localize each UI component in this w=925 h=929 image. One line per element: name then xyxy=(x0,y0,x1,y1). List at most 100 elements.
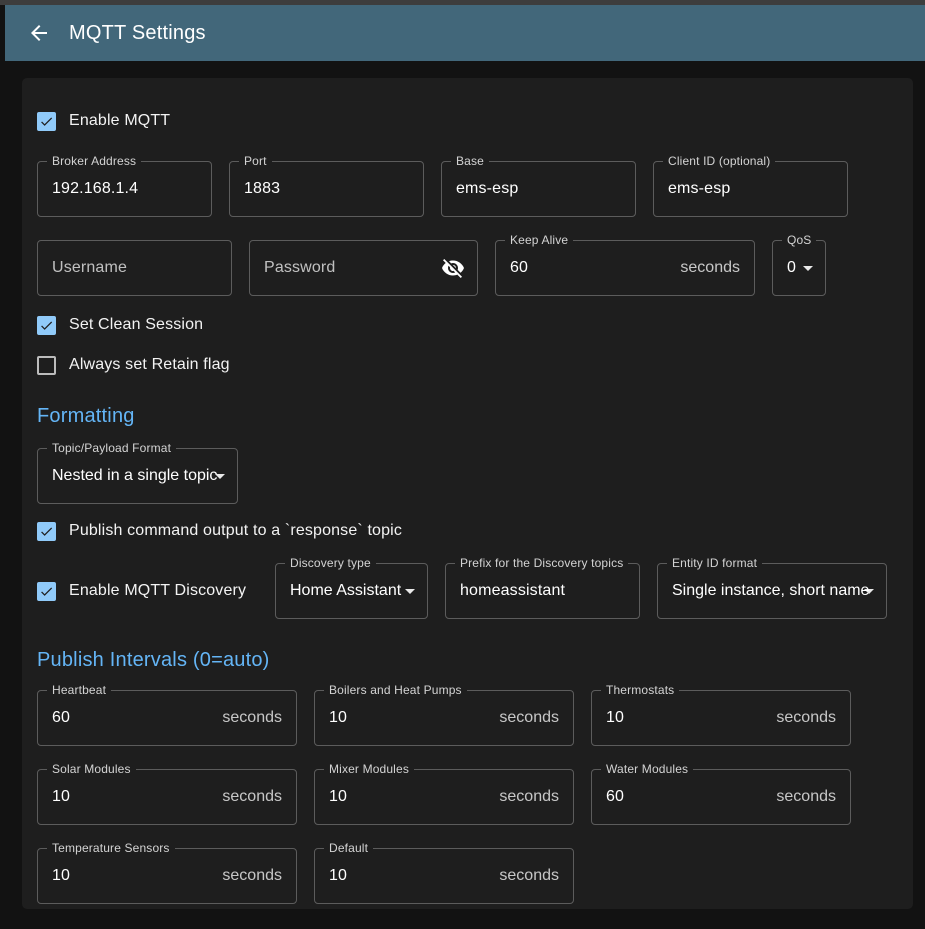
entity-id-format-label: Entity ID format xyxy=(667,556,762,571)
interval-label: Heartbeat xyxy=(47,683,111,698)
clean-session-label: Set Clean Session xyxy=(69,316,203,334)
dropdown-arrow-icon xyxy=(864,589,874,594)
seconds-suffix: seconds xyxy=(222,788,296,806)
retain-flag-checkbox[interactable] xyxy=(37,356,56,375)
check-icon xyxy=(39,113,54,130)
qos-select[interactable]: QoS 0 xyxy=(772,240,826,296)
interval-label: Boilers and Heat Pumps xyxy=(324,683,467,698)
seconds-suffix: seconds xyxy=(499,867,573,885)
discovery-prefix-label: Prefix for the Discovery topics xyxy=(455,556,628,571)
publish-response-checkbox[interactable] xyxy=(37,522,56,541)
seconds-suffix: seconds xyxy=(776,709,850,727)
interval-label: Default xyxy=(324,841,373,856)
client-id-label: Client ID (optional) xyxy=(663,154,775,169)
enable-mqtt-label: Enable MQTT xyxy=(69,112,170,130)
interval-solar-input[interactable] xyxy=(38,788,222,806)
interval-default-input[interactable] xyxy=(315,867,499,885)
interval-temperature-field: Temperature Sensors seconds xyxy=(37,848,297,904)
dropdown-arrow-icon xyxy=(215,474,225,479)
check-icon xyxy=(39,317,54,334)
broker-address-field: Broker Address xyxy=(37,161,212,217)
interval-heartbeat-field: Heartbeat seconds xyxy=(37,690,297,746)
username-field xyxy=(37,240,232,296)
keep-alive-field: Keep Alive seconds xyxy=(495,240,755,296)
section-heading-publish-intervals: Publish Intervals (0=auto) xyxy=(37,648,898,672)
enable-mqtt-checkbox[interactable] xyxy=(37,112,56,131)
seconds-suffix: seconds xyxy=(776,788,850,806)
retain-flag-label: Always set Retain flag xyxy=(69,356,230,374)
discovery-type-select[interactable]: Discovery type Home Assistant xyxy=(275,563,428,619)
page-title: MQTT Settings xyxy=(69,22,206,45)
enable-mqtt-row: Enable MQTT xyxy=(37,108,898,134)
topic-format-row: Topic/Payload Format Nested in a single … xyxy=(37,448,898,504)
port-input[interactable] xyxy=(230,180,423,198)
base-label: Base xyxy=(451,154,489,169)
enable-discovery-row: Enable MQTT Discovery xyxy=(37,582,258,601)
publish-response-row: Publish command output to a `response` t… xyxy=(37,518,898,544)
interval-label: Temperature Sensors xyxy=(47,841,175,856)
discovery-prefix-field: Prefix for the Discovery topics xyxy=(445,563,640,619)
visibility-off-icon xyxy=(441,256,465,280)
clean-session-row: Set Clean Session xyxy=(37,312,898,338)
interval-mixer-input[interactable] xyxy=(315,788,499,806)
interval-boilers-field: Boilers and Heat Pumps seconds xyxy=(314,690,574,746)
interval-water-field: Water Modules seconds xyxy=(591,769,851,825)
back-button[interactable] xyxy=(27,21,51,45)
enable-discovery-label: Enable MQTT Discovery xyxy=(69,582,246,600)
credentials-row: Keep Alive seconds QoS 0 xyxy=(37,240,898,296)
topic-format-select[interactable]: Topic/Payload Format Nested in a single … xyxy=(37,448,238,504)
keep-alive-label: Keep Alive xyxy=(505,233,573,248)
interval-label: Solar Modules xyxy=(47,762,136,777)
seconds-suffix: seconds xyxy=(499,788,573,806)
settings-card: Enable MQTT Broker Address Port Base Cli… xyxy=(22,78,913,909)
publish-response-label: Publish command output to a `response` t… xyxy=(69,522,402,540)
interval-heartbeat-input[interactable] xyxy=(38,709,222,727)
publish-intervals-grid: Heartbeat seconds Boilers and Heat Pumps… xyxy=(37,690,898,904)
discovery-row: Enable MQTT Discovery Discovery type Hom… xyxy=(37,563,898,619)
interval-temperature-input[interactable] xyxy=(38,867,222,885)
broker-row: Broker Address Port Base Client ID (opti… xyxy=(37,161,898,217)
interval-thermostats-input[interactable] xyxy=(592,709,776,727)
check-icon xyxy=(39,523,54,540)
port-field: Port xyxy=(229,161,424,217)
password-visibility-toggle[interactable] xyxy=(441,256,465,280)
broker-address-input[interactable] xyxy=(38,180,211,198)
broker-address-label: Broker Address xyxy=(47,154,141,169)
interval-thermostats-field: Thermostats seconds xyxy=(591,690,851,746)
qos-value: 0 xyxy=(773,259,830,277)
interval-default-field: Default seconds xyxy=(314,848,574,904)
keep-alive-input[interactable] xyxy=(496,259,680,277)
enable-discovery-checkbox[interactable] xyxy=(37,582,56,601)
qos-label: QoS xyxy=(782,233,816,248)
app-bar: MQTT Settings xyxy=(5,5,925,61)
section-heading-formatting: Formatting xyxy=(37,404,898,428)
username-input[interactable] xyxy=(38,259,231,277)
discovery-prefix-input[interactable] xyxy=(446,582,639,600)
client-id-field: Client ID (optional) xyxy=(653,161,848,217)
entity-id-format-select[interactable]: Entity ID format Single instance, short … xyxy=(657,563,887,619)
retain-flag-row: Always set Retain flag xyxy=(37,352,898,378)
interval-label: Thermostats xyxy=(601,683,679,698)
dropdown-arrow-icon xyxy=(405,589,415,594)
base-field: Base xyxy=(441,161,636,217)
seconds-suffix: seconds xyxy=(499,709,573,727)
clean-session-checkbox[interactable] xyxy=(37,316,56,335)
dropdown-arrow-icon xyxy=(803,266,813,271)
client-id-input[interactable] xyxy=(654,180,847,198)
port-label: Port xyxy=(239,154,272,169)
password-field xyxy=(249,240,478,296)
base-input[interactable] xyxy=(442,180,635,198)
interval-label: Mixer Modules xyxy=(324,762,414,777)
back-arrow-icon xyxy=(27,21,51,45)
interval-boilers-input[interactable] xyxy=(315,709,499,727)
check-icon xyxy=(39,583,54,600)
discovery-type-label: Discovery type xyxy=(285,556,376,571)
interval-water-input[interactable] xyxy=(592,788,776,806)
interval-mixer-field: Mixer Modules seconds xyxy=(314,769,574,825)
seconds-suffix: seconds xyxy=(222,867,296,885)
keep-alive-suffix: seconds xyxy=(680,259,754,277)
interval-solar-field: Solar Modules seconds xyxy=(37,769,297,825)
seconds-suffix: seconds xyxy=(222,709,296,727)
topic-format-label: Topic/Payload Format xyxy=(47,441,176,456)
interval-label: Water Modules xyxy=(601,762,693,777)
